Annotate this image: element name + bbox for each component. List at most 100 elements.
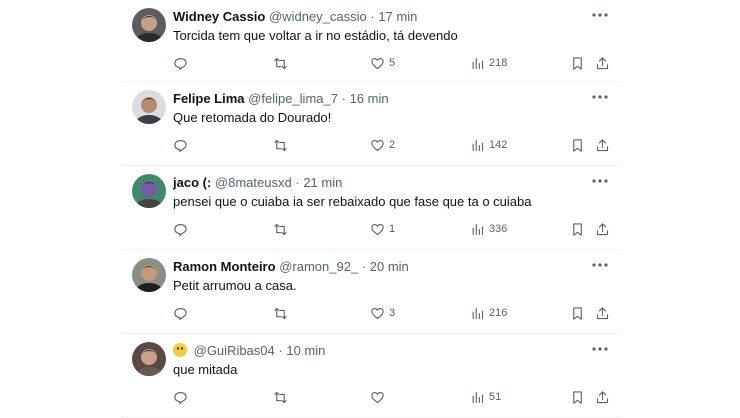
- like-count: 1: [389, 223, 396, 235]
- views-icon: [470, 306, 485, 321]
- avatar[interactable]: [132, 258, 166, 292]
- like-button[interactable]: 1: [370, 219, 395, 239]
- bookmark-button[interactable]: [570, 303, 585, 323]
- like-icon: [370, 306, 385, 321]
- separator-dot: ·: [361, 259, 367, 274]
- share-button[interactable]: [595, 387, 610, 407]
- share-button[interactable]: [595, 135, 610, 155]
- share-button[interactable]: [595, 53, 610, 73]
- more-icon[interactable]: [589, 340, 611, 358]
- reply-button[interactable]: [173, 303, 192, 323]
- views-count: 216: [489, 307, 508, 319]
- reply-icon: [173, 56, 188, 71]
- timestamp[interactable]: 21 min: [303, 175, 342, 190]
- reply-icon: [173, 390, 188, 405]
- reply-feed: Widney Cassio @widney_cassio · 17 min To…: [121, 0, 621, 418]
- user-handle[interactable]: @widney_cassio: [269, 9, 367, 24]
- views-button[interactable]: 218: [470, 53, 507, 73]
- share-button[interactable]: [595, 303, 610, 323]
- like-button[interactable]: 2: [370, 135, 395, 155]
- tweet[interactable]: @GuiRibas04 · 10 min que mitada 51: [121, 334, 621, 418]
- reply-icon: [173, 306, 188, 321]
- views-button[interactable]: 336: [470, 219, 507, 239]
- reply-icon: [173, 138, 188, 153]
- reply-button[interactable]: [173, 219, 192, 239]
- avatar[interactable]: [132, 90, 166, 124]
- user-handle[interactable]: @8mateusxd: [215, 175, 292, 190]
- tweet[interactable]: Widney Cassio @widney_cassio · 17 min To…: [121, 0, 621, 82]
- tweet[interactable]: jaco (: @8mateusxd · 21 min pensei que o…: [121, 166, 621, 250]
- bookmark-button[interactable]: [570, 387, 585, 407]
- more-icon[interactable]: [589, 88, 611, 106]
- tweet-actions: 1 336: [173, 219, 613, 239]
- like-icon: [370, 138, 385, 153]
- timestamp[interactable]: 16 min: [350, 91, 389, 106]
- tweet-text: pensei que o cuiaba ia ser rebaixado que…: [173, 194, 532, 209]
- share-button[interactable]: [595, 219, 610, 239]
- tweet-actions: 2 142: [173, 135, 613, 155]
- retweet-icon: [273, 222, 288, 237]
- tweet-text: Que retomada do Dourado!: [173, 110, 332, 125]
- tweet[interactable]: Ramon Monteiro @ramon_92_ · 20 min Petit…: [121, 250, 621, 334]
- views-count: 218: [489, 57, 508, 69]
- user-handle[interactable]: @ramon_92_: [279, 259, 358, 274]
- bookmark-button[interactable]: [570, 219, 585, 239]
- more-icon[interactable]: [589, 172, 611, 190]
- bookmark-icon: [570, 138, 585, 153]
- timestamp[interactable]: 20 min: [370, 259, 409, 274]
- tweet-actions: 51: [173, 387, 613, 407]
- views-button[interactable]: 142: [470, 135, 507, 155]
- tweet-header: @GuiRibas04 · 10 min: [173, 343, 325, 359]
- views-button[interactable]: 51: [470, 387, 501, 407]
- user-handle[interactable]: @felipe_lima_7: [248, 91, 338, 106]
- more-icon[interactable]: [589, 6, 611, 24]
- tweet-text: Petit arrumou a casa.: [173, 278, 297, 293]
- tweet-header: Felipe Lima @felipe_lima_7 · 16 min: [173, 91, 389, 107]
- display-name[interactable]: Widney Cassio: [173, 9, 265, 24]
- user-handle[interactable]: @GuiRibas04: [194, 343, 275, 358]
- bookmark-button[interactable]: [570, 135, 585, 155]
- like-button[interactable]: 5: [370, 53, 395, 73]
- views-count: 51: [489, 391, 502, 403]
- retweet-icon: [273, 56, 288, 71]
- retweet-button[interactable]: [273, 387, 292, 407]
- retweet-button[interactable]: [273, 135, 292, 155]
- share-icon: [595, 306, 610, 321]
- reply-button[interactable]: [173, 53, 192, 73]
- retweet-button[interactable]: [273, 219, 292, 239]
- like-button[interactable]: [370, 387, 389, 407]
- display-name[interactable]: Ramon Monteiro: [173, 259, 276, 274]
- display-name[interactable]: Felipe Lima: [173, 91, 245, 106]
- avatar[interactable]: [132, 342, 166, 376]
- views-icon: [470, 390, 485, 405]
- timestamp[interactable]: 10 min: [286, 343, 325, 358]
- timestamp[interactable]: 17 min: [378, 9, 417, 24]
- like-count: 5: [389, 57, 396, 69]
- views-icon: [470, 138, 485, 153]
- tweet-actions: 5 218: [173, 53, 613, 73]
- retweet-button[interactable]: [273, 303, 292, 323]
- views-icon: [470, 56, 485, 71]
- retweet-icon: [273, 138, 288, 153]
- like-icon: [370, 56, 385, 71]
- like-button[interactable]: 3: [370, 303, 395, 323]
- share-icon: [595, 56, 610, 71]
- bookmark-icon: [570, 306, 585, 321]
- retweet-icon: [273, 306, 288, 321]
- like-icon: [370, 390, 385, 405]
- separator-dot: ·: [341, 91, 346, 106]
- tweet-text: Torcida tem que voltar a ir no estádio, …: [173, 28, 458, 43]
- bookmark-button[interactable]: [570, 53, 585, 73]
- tweet-header: Ramon Monteiro @ramon_92_ · 20 min: [173, 259, 409, 275]
- retweet-button[interactable]: [273, 53, 292, 73]
- tweet[interactable]: Felipe Lima @felipe_lima_7 · 16 min Que …: [121, 82, 621, 166]
- avatar[interactable]: [132, 8, 166, 42]
- avatar[interactable]: [132, 174, 166, 208]
- display-name[interactable]: jaco (:: [173, 175, 211, 190]
- tweet-text: que mitada: [173, 362, 238, 377]
- more-icon[interactable]: [589, 256, 611, 274]
- views-button[interactable]: 216: [470, 303, 507, 323]
- like-count: 2: [389, 139, 396, 151]
- reply-button[interactable]: [173, 387, 192, 407]
- reply-button[interactable]: [173, 135, 192, 155]
